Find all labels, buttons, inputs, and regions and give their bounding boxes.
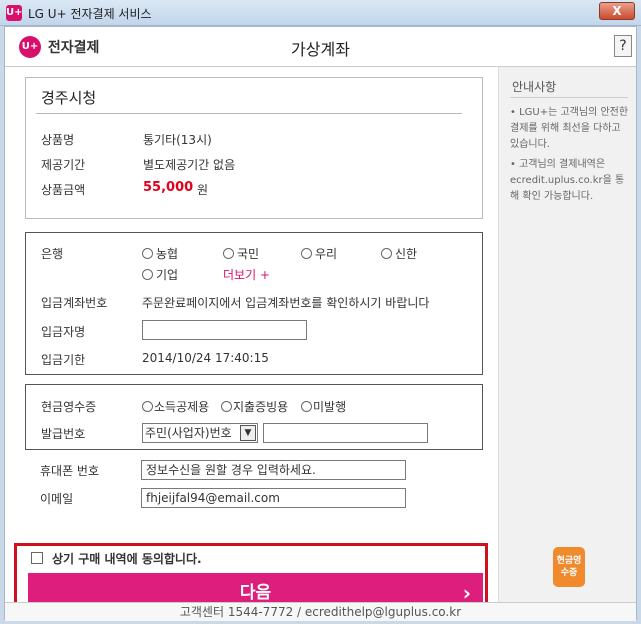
radio-circle-icon [142, 401, 153, 412]
lg-uplus-logo-icon: U+ [6, 5, 23, 21]
bank-radio-woori[interactable]: 우리 [301, 245, 337, 262]
depositor-label: 입금자명 [41, 325, 86, 339]
receipt-radio-expense[interactable]: 지출증빙용 [221, 398, 288, 415]
footer: 고객센터 1544-7772 / ecredithelp@lguplus.co.… [5, 602, 636, 621]
agree-label: 상기 구매 내역에 동의합니다. [52, 552, 202, 566]
account-text: 주문완료페이지에서 입금계좌번호를 확인하시기 바랍니다 [142, 296, 430, 310]
bank-radio-shinhan[interactable]: 신한 [381, 245, 417, 262]
product-name-label: 상품명 [41, 133, 75, 147]
amount-value: 55,000 [143, 180, 194, 195]
receipt-label: 현금영수증 [41, 400, 97, 414]
window-titlebar: U+ LG U+ 전자결제 서비스 X [0, 0, 641, 26]
main-content: 경주시청 상품명 통기타(13시) 제공기간 별도제공기간 없음 상품금액 55… [5, 67, 498, 619]
header: U+ 전자결제 가상계좌 ? [5, 27, 636, 67]
notice-title: 안내사항 [512, 80, 557, 94]
radio-circle-icon [301, 248, 312, 259]
receipt-box: 현금영수증 소득공제용 지출증빙용 미발행 발급번호 주민(사업자)번호 ▼ [25, 384, 483, 450]
radio-circle-icon [142, 248, 153, 259]
divider [510, 97, 628, 98]
radio-circle-icon [142, 269, 153, 280]
payment-window: U+ 전자결제 가상계좌 ? 경주시청 상품명 통기타(13시) 제공기간 별도… [4, 26, 637, 621]
phone-input[interactable]: 정보수신을 원할 경우 입력하세요. [141, 460, 406, 480]
bank-box: 은행 농협 국민 우리 신한 기업 더보기 + 입금계좌번호 주문완료페이지에서… [25, 232, 483, 375]
deadline-label: 입금기한 [41, 353, 86, 367]
receipt-number-input[interactable] [263, 423, 428, 443]
notice-item: • 고객님의 결제내역은 ecredit.uplus.co.kr을 통해 확인 … [510, 159, 625, 202]
cash-receipt-badge-icon[interactable]: 현금영수증 [553, 547, 585, 587]
next-label: 다음 [239, 583, 272, 603]
amount-unit: 원 [197, 183, 209, 197]
radio-circle-icon [381, 248, 392, 259]
help-button[interactable]: ? [614, 35, 632, 57]
depositor-input[interactable] [142, 320, 307, 340]
amount-label: 상품금액 [41, 183, 86, 197]
bank-radio-kookmin[interactable]: 국민 [223, 245, 259, 262]
notice-item: • LGU+는 고객님의 안전한 결제를 위해 최선을 다하고 있습니다. [510, 107, 629, 150]
radio-circle-icon [221, 401, 232, 412]
receipt-radio-none[interactable]: 미발행 [301, 398, 346, 415]
close-button[interactable]: X [599, 2, 635, 20]
bank-more-link[interactable]: 더보기 + [223, 266, 270, 283]
page-title: 가상계좌 [291, 40, 350, 59]
merchant-name: 경주시청 [41, 89, 97, 107]
divider [36, 113, 462, 114]
chevron-down-icon: ▼ [240, 425, 256, 441]
account-label: 입금계좌번호 [41, 296, 108, 310]
phone-label: 휴대폰 번호 [40, 464, 100, 478]
radio-circle-icon [223, 248, 234, 259]
bank-label: 은행 [41, 247, 64, 261]
side-panel: 안내사항 • LGU+는 고객님의 안전한 결제를 위해 최선을 다하고 있습니… [498, 67, 636, 603]
bank-radio-ibk[interactable]: 기업 [142, 266, 178, 283]
receipt-type-select[interactable]: 주민(사업자)번호 ▼ [142, 423, 258, 443]
radio-circle-icon [301, 401, 312, 412]
deadline-value: 2014/10/24 17:40:15 [142, 351, 269, 365]
product-name-value: 통기타(13시) [143, 133, 212, 147]
period-label: 제공기간 [41, 158, 86, 172]
receipt-radio-income[interactable]: 소득공제용 [142, 398, 209, 415]
receipt-number-label: 발급번호 [41, 427, 86, 441]
email-label: 이메일 [40, 492, 74, 506]
agree-checkbox[interactable] [31, 552, 43, 564]
email-input[interactable]: fhjeijfal94@email.com [141, 488, 406, 508]
window-title: LG U+ 전자결제 서비스 [28, 7, 152, 21]
period-value: 별도제공기간 없음 [143, 158, 236, 172]
bank-radio-nonghyup[interactable]: 농협 [142, 245, 178, 262]
merchant-info-box: 경주시청 상품명 통기타(13시) 제공기간 별도제공기간 없음 상품금액 55… [25, 77, 483, 219]
